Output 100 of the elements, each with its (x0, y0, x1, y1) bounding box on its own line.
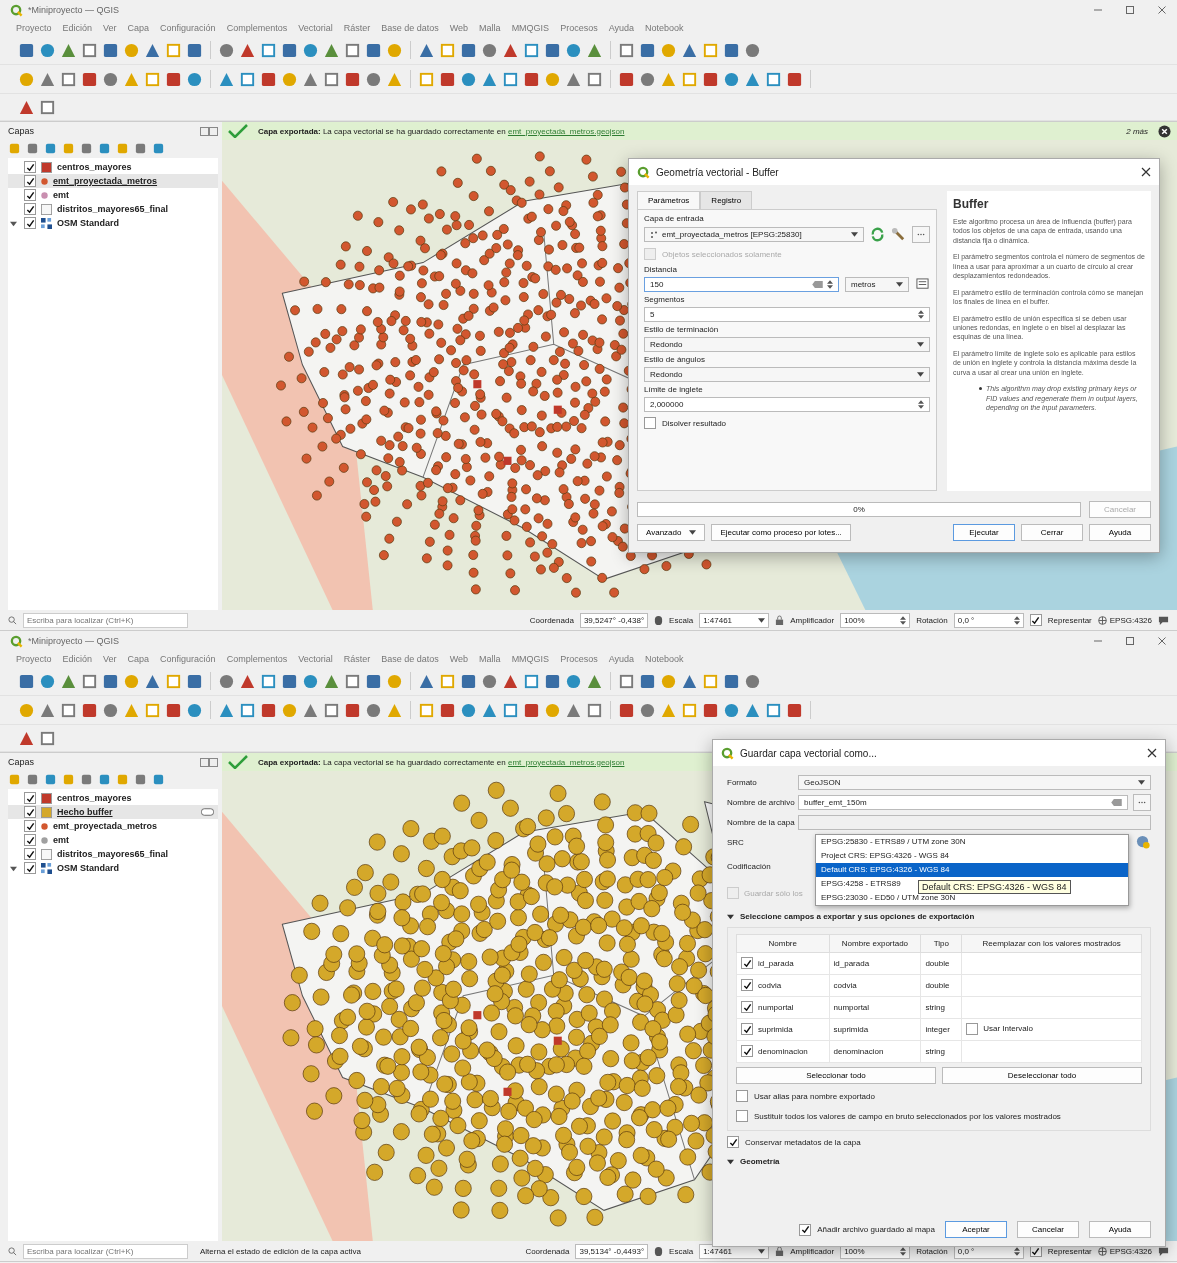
menu-item[interactable]: Procesos (560, 654, 598, 664)
table-cell[interactable]: codvia (829, 974, 921, 997)
menu-item[interactable]: Ayuda (608, 23, 634, 33)
layer-item[interactable]: OSM Standard (8, 216, 218, 230)
field-name: suprimida (758, 1024, 793, 1034)
file-link[interactable]: emt_proyectada_metros.geojson (507, 126, 625, 136)
table-cell[interactable]: suprimida (829, 1018, 921, 1041)
menu-item[interactable]: Ráster (343, 654, 371, 664)
rotation-field[interactable]: 0,0 ° (953, 612, 1024, 628)
layer-item[interactable]: emt (8, 833, 218, 847)
distance-field[interactable]: 150 (644, 277, 839, 292)
dialog-button[interactable]: Ejecutar (953, 524, 1015, 541)
section-title: Geometría (740, 1156, 780, 1166)
menu-item[interactable]: Web (449, 654, 469, 664)
menu-item[interactable]: Base de datos (381, 654, 439, 664)
menu-item[interactable]: Capa (127, 23, 150, 33)
table-cell[interactable]: denominacion (829, 1040, 921, 1063)
menu-item[interactable]: Ver (103, 23, 117, 33)
select-button[interactable]: Seleccionar todo (736, 1067, 936, 1084)
field-label: SRC (727, 838, 745, 847)
crs-button[interactable]: EPSG:4326 (1097, 1246, 1152, 1256)
dialog-button[interactable]: Ayuda (1089, 524, 1151, 541)
file-name-field[interactable]: buffer_emt_150m (798, 795, 1128, 810)
layer-item[interactable]: emt_proyectada_metros (8, 174, 218, 188)
progress-bar: 0% (637, 502, 1081, 517)
menu-item[interactable]: Vectorial (298, 23, 333, 33)
help-title: Buffer (953, 197, 990, 211)
menu-item[interactable]: Edición (62, 23, 93, 33)
menu-item[interactable]: MMQGIS (511, 654, 550, 664)
menu-item[interactable]: Capa (127, 654, 150, 664)
crs-button[interactable]: EPSG:4326 (1097, 615, 1152, 625)
dialog-button[interactable]: Ayuda (1089, 1221, 1151, 1238)
layer-item[interactable]: emt (8, 188, 218, 202)
select-button[interactable]: Deseleccionar todo (942, 1067, 1142, 1084)
file-link[interactable]: emt_proyectada_metros.geojson (507, 757, 625, 767)
search-field[interactable]: Escriba para localizar (Ctrl+K) (23, 1243, 188, 1259)
menu-item[interactable]: Proyecto (16, 654, 52, 664)
menu-item[interactable]: Edición (62, 654, 93, 664)
column-header[interactable]: Nombre exportado (829, 934, 921, 953)
magnifier-label: Amplificador (790, 615, 835, 625)
dropdown[interactable]: Redondo (644, 367, 930, 382)
menu-item[interactable]: Notebook (645, 23, 684, 33)
batch-button[interactable]: Ejecutar como proceso por lotes... (711, 524, 851, 541)
scale-field[interactable]: 1:47461 (699, 612, 770, 628)
layer-combo[interactable]: emt_proyectada_metros [EPSG:25830] (644, 227, 864, 242)
dialog-button[interactable]: Aceptar (945, 1221, 1007, 1238)
unit-combo[interactable]: metros (845, 277, 909, 292)
menu-item[interactable]: Complementos (226, 654, 288, 664)
menu-item[interactable]: Ayuda (608, 654, 634, 664)
column-header[interactable]: Tipo (920, 934, 962, 953)
column-header[interactable]: Nombre (736, 934, 829, 953)
layer-item[interactable]: OSM Standard (8, 861, 218, 875)
table-cell: double (920, 974, 962, 997)
menu-item[interactable]: Web (449, 23, 469, 33)
menu-item[interactable]: Complementos (226, 23, 288, 33)
layer-item[interactable]: emt_proyectada_metros (8, 819, 218, 833)
layer-item[interactable]: distritos_mayores65_final (8, 202, 218, 216)
crs-option[interactable]: Project CRS: EPSG:4326 - WGS 84 (816, 849, 1128, 863)
tab[interactable]: Parámetros (637, 191, 701, 209)
field-label: Formato (727, 778, 758, 787)
layer-item[interactable]: centros_mayores (8, 791, 218, 805)
column-header[interactable]: Reemplazar con los valores mostrados (961, 934, 1142, 953)
menu-item[interactable]: Malla (479, 23, 501, 33)
coordinate-field[interactable]: 39,5134° -0,4493° (575, 1243, 649, 1259)
crs-option[interactable]: Default CRS: EPSG:4326 - WGS 84 (816, 863, 1128, 877)
menu-item[interactable]: Ráster (343, 23, 371, 33)
tab[interactable]: Registro (700, 191, 753, 209)
format-dropdown[interactable]: GeoJSON (798, 775, 1151, 790)
menu-item[interactable]: Base de datos (381, 23, 439, 33)
menu-button[interactable]: Avanzado (637, 524, 706, 541)
dialog-title: Geometría vectorial - Buffer (656, 166, 779, 178)
coordinate-field[interactable]: 39,5247° -0,438° (579, 612, 649, 628)
crs-option[interactable]: EPSG:25830 - ETRS89 / UTM zone 30N (816, 835, 1128, 849)
layer-item[interactable]: centros_mayores (8, 160, 218, 174)
dialog-button[interactable]: Cancelar (1017, 1221, 1079, 1238)
table-cell[interactable]: id_parada (829, 952, 921, 975)
menu-item[interactable]: Configuración (160, 654, 216, 664)
menu-item[interactable]: MMQGIS (511, 23, 550, 33)
menu-item[interactable]: Notebook (645, 654, 684, 664)
menu-item[interactable]: Vectorial (298, 654, 333, 664)
menu-item[interactable]: Configuración (160, 23, 216, 33)
more-count[interactable]: 2 más (1126, 126, 1148, 136)
scale-label: Escala (669, 615, 694, 625)
field-name: codvia (758, 980, 782, 990)
layer-item[interactable]: distritos_mayores65_final (8, 847, 218, 861)
checkbox-label: Añadir archivo guardado al mapa (817, 1225, 935, 1234)
search-field[interactable]: Escriba para localizar (Ctrl+K) (23, 612, 188, 628)
menu-item[interactable]: Proyecto (16, 23, 52, 33)
dialog-button[interactable]: Cerrar (1021, 524, 1083, 541)
table-cell[interactable]: numportal (829, 996, 921, 1019)
crs-option[interactable]: EPSG:23030 - ED50 / UTM zone 30N (816, 891, 1128, 905)
magnifier-field[interactable]: 100% (840, 612, 911, 628)
rotation-label: Rotación (916, 615, 948, 625)
menu-item[interactable]: Procesos (560, 23, 598, 33)
dropdown[interactable]: Redondo (644, 337, 930, 352)
number-field[interactable]: 5 (644, 307, 930, 322)
number-field[interactable]: 2,000000 (644, 397, 930, 412)
menu-item[interactable]: Ver (103, 654, 117, 664)
layer-item[interactable]: Hecho buffer (8, 805, 218, 819)
menu-item[interactable]: Malla (479, 654, 501, 664)
